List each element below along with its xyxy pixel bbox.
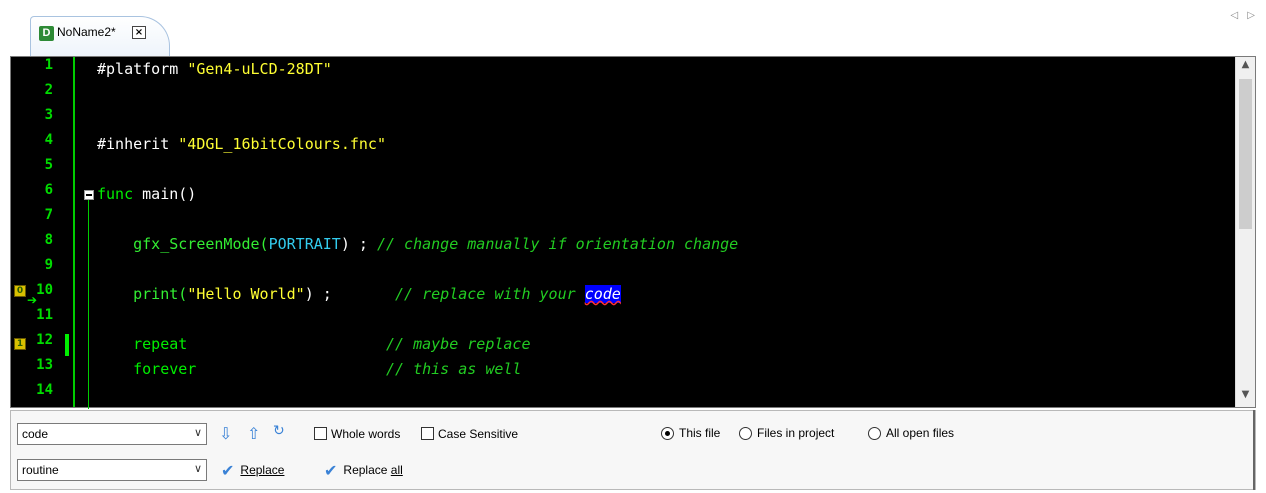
- code-token: #platform: [97, 60, 188, 78]
- scope-this-file-radio[interactable]: [661, 427, 674, 440]
- find-replace-panel: code ∨ ⇩ ⇧ ↻ Whole words Case Sensitive …: [10, 410, 1256, 490]
- code-line[interactable]: 14: [11, 382, 1236, 407]
- replace-button[interactable]: ✔ Replace: [221, 461, 284, 480]
- chevron-down-icon[interactable]: ∨: [194, 426, 202, 439]
- code-token: func: [97, 185, 143, 203]
- search-input[interactable]: code ∨: [17, 423, 207, 445]
- code-line[interactable]: 12 repeat // maybe replace: [11, 332, 1236, 357]
- line-code: #inherit "4DGL_16bitColours.fnc": [97, 132, 386, 157]
- code-line[interactable]: 8 gfx_ScreenMode(PORTRAIT) ; // change m…: [11, 232, 1236, 257]
- code-line[interactable]: 3: [11, 107, 1236, 132]
- code-token: "4DGL_16bitColours.fnc": [178, 135, 386, 153]
- line-number: 13: [36, 357, 53, 373]
- line-number: 12: [36, 332, 53, 348]
- line-code: func main(): [97, 182, 196, 207]
- code-line[interactable]: 9: [11, 257, 1236, 282]
- line-code: gfx_ScreenMode(PORTRAIT) ; // change man…: [97, 232, 738, 257]
- tab-scroll-arrows-icon[interactable]: ◁ ▷: [1230, 10, 1258, 21]
- code-line[interactable]: 11: [11, 307, 1236, 332]
- code-token: repeat: [97, 335, 386, 353]
- panel-edge: [1253, 410, 1255, 490]
- code-token: // change manually if orientation change: [376, 235, 739, 253]
- scroll-thumb[interactable]: [1239, 79, 1252, 229]
- scroll-up-icon[interactable]: ▲: [1236, 59, 1255, 75]
- replace-all-button[interactable]: ✔ Replace all: [324, 461, 403, 480]
- code-token: // maybe replace: [385, 335, 531, 353]
- code-line[interactable]: 2: [11, 82, 1236, 107]
- code-token: "Hello World": [187, 285, 305, 303]
- code-token: ) ;: [340, 235, 377, 253]
- find-next-icon[interactable]: ⇩: [219, 424, 232, 443]
- vertical-scrollbar[interactable]: ▲ ▼: [1235, 57, 1255, 407]
- code-line[interactable]: 10 print("Hello World") ; // replace wit…: [11, 282, 1236, 307]
- scroll-down-icon[interactable]: ▼: [1236, 389, 1255, 405]
- line-code: repeat // maybe replace: [97, 332, 530, 357]
- line-number: 9: [44, 257, 53, 273]
- line-number: 7: [44, 207, 53, 223]
- line-code: #platform "Gen4-uLCD-28DT": [97, 57, 332, 82]
- scope-project-radio[interactable]: [739, 427, 752, 440]
- case-sensitive-checkbox[interactable]: [421, 427, 434, 440]
- refresh-icon[interactable]: ↻: [273, 423, 285, 439]
- line-number: 1: [44, 57, 53, 73]
- code-token: // replace with your: [395, 285, 585, 303]
- tab-title: NoName2*: [57, 25, 116, 39]
- code-token: "Gen4-uLCD-28DT": [187, 60, 332, 78]
- line-number: 14: [36, 382, 53, 398]
- whole-words-label: Whole words: [331, 427, 401, 441]
- dgl-file-icon: D: [39, 26, 54, 41]
- code-token: forever: [97, 360, 386, 378]
- line-number: 4: [44, 132, 53, 148]
- code-token: print(: [97, 285, 188, 303]
- scope-open-files-label: All open files: [886, 426, 955, 440]
- line-number: 5: [44, 157, 53, 173]
- replace-icon: ✔: [221, 461, 235, 480]
- line-code: forever // this as well: [97, 357, 521, 382]
- line-code: print("Hello World") ; // replace with y…: [97, 282, 621, 307]
- close-icon[interactable]: ×: [132, 26, 146, 39]
- search-value: code: [22, 427, 49, 441]
- code-line[interactable]: 13 forever // this as well: [11, 357, 1236, 382]
- replace-all-icon: ✔: [324, 461, 338, 480]
- scope-this-file-label: This file: [679, 426, 721, 440]
- line-number: 8: [44, 232, 53, 248]
- ide-window: D NoName2* × ◁ ▷ 0 1 ➔ 1 #platform "Gen4-…: [0, 0, 1266, 493]
- code-line[interactable]: 5: [11, 157, 1236, 182]
- replace-input[interactable]: routine ∨: [17, 459, 207, 481]
- code-line[interactable]: 7: [11, 207, 1236, 232]
- code-token: main(): [142, 185, 197, 203]
- line-number: 3: [44, 107, 53, 123]
- chevron-down-icon[interactable]: ∨: [194, 462, 202, 475]
- code-line[interactable]: 6 func main(): [11, 182, 1236, 207]
- whole-words-checkbox[interactable]: [314, 427, 327, 440]
- replace-all-label: Replace: [343, 463, 391, 477]
- code-token: ) ;: [304, 285, 396, 303]
- find-previous-icon[interactable]: ⇧: [247, 424, 260, 443]
- line-number: 6: [44, 182, 53, 198]
- code-token: // this as well: [385, 360, 522, 378]
- code-token: gfx_ScreenMode(: [97, 235, 269, 253]
- case-sensitive-label: Case Sensitive: [438, 427, 519, 441]
- code-token: code: [584, 285, 621, 303]
- code-line[interactable]: 1 #platform "Gen4-uLCD-28DT": [11, 57, 1236, 82]
- scope-open-files-radio[interactable]: [868, 427, 881, 440]
- line-number: 11: [36, 307, 53, 323]
- scope-project-label: Files in project: [757, 426, 835, 440]
- code-line[interactable]: 4 #inherit "4DGL_16bitColours.fnc": [11, 132, 1236, 157]
- line-number: 2: [44, 82, 53, 98]
- line-number: 10: [36, 282, 53, 298]
- code-editor[interactable]: 0 1 ➔ 1 #platform "Gen4-uLCD-28DT" 2 3 4 #inh…: [10, 56, 1256, 409]
- replace-all-accel: all: [390, 463, 403, 477]
- tab-strip: D NoName2* × ◁ ▷: [0, 0, 1266, 56]
- replace-value: routine: [22, 463, 59, 477]
- tab-noname2[interactable]: D NoName2* ×: [30, 16, 170, 56]
- code-token: PORTRAIT: [268, 235, 341, 253]
- code-token: #inherit: [97, 135, 179, 153]
- replace-label: Replace: [240, 463, 285, 477]
